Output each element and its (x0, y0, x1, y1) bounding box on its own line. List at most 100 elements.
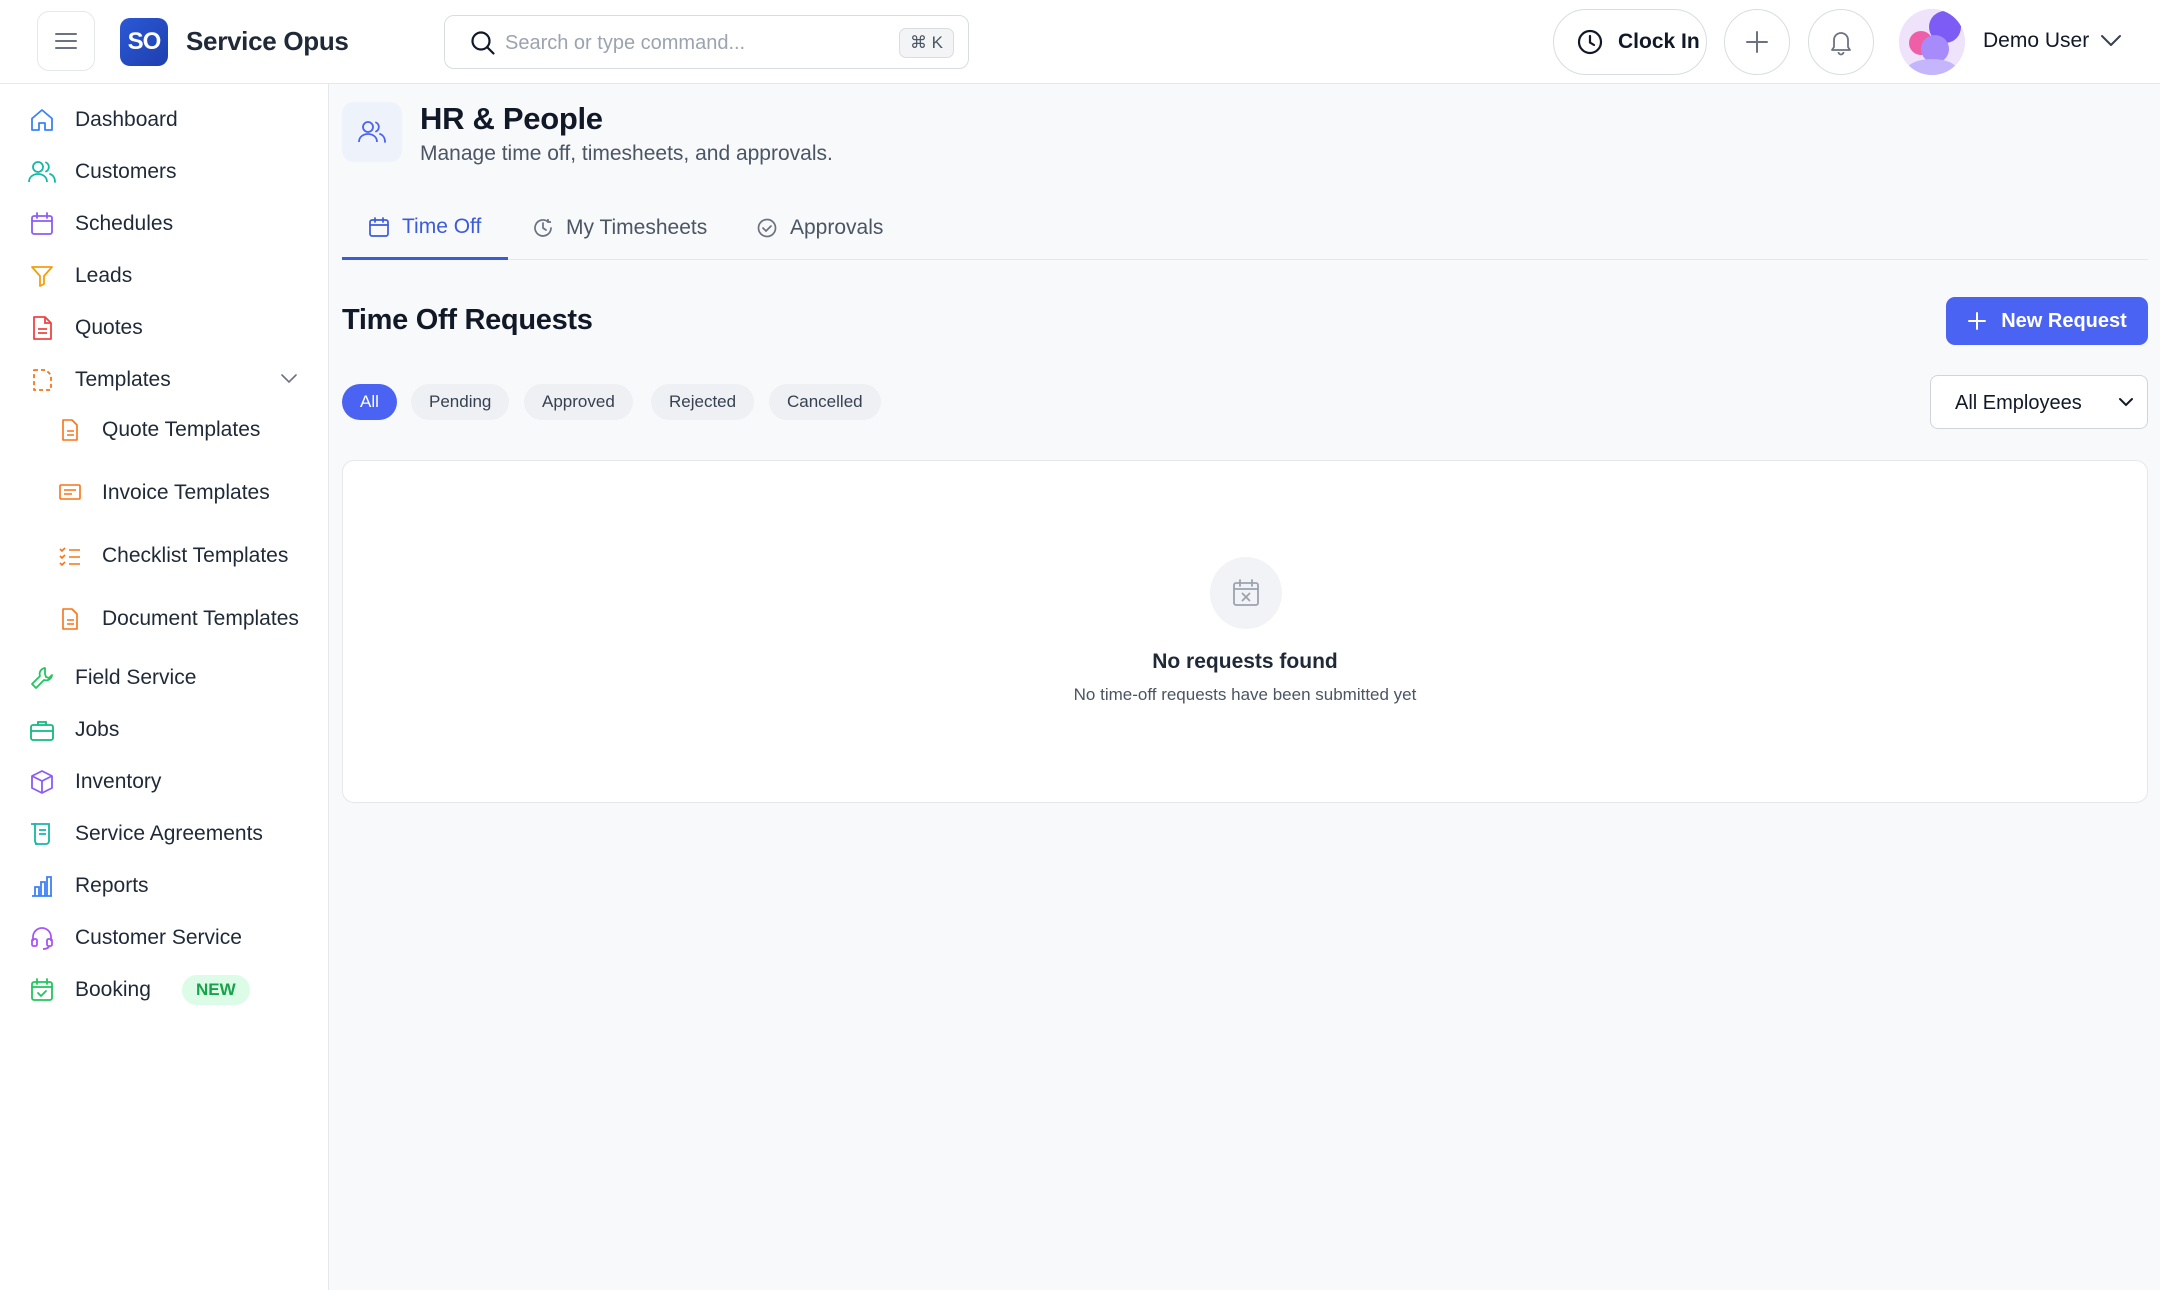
sidebar-item-templates[interactable]: Templates (0, 354, 328, 406)
sidebar-item-label: Invoice Templates (102, 481, 270, 504)
wrench-icon (28, 664, 56, 692)
sidebar-item-reports[interactable]: Reports (0, 860, 328, 912)
home-icon (28, 106, 56, 134)
top-bar: SO Service Opus ⌘ K Clock In (0, 0, 2160, 84)
plus-icon (1746, 31, 1768, 53)
sidebar-item-label: Quote Templates (102, 418, 261, 441)
new-badge: NEW (182, 975, 250, 1005)
sidebar-item-quotes[interactable]: Quotes (0, 302, 328, 354)
sidebar-subitem-quote-templates[interactable]: Quote Templates (0, 404, 328, 456)
check-circle-icon (757, 218, 777, 238)
empty-state-title: No requests found (1152, 650, 1338, 673)
app-name: Service Opus (186, 26, 349, 56)
bell-icon (1831, 32, 1851, 56)
search-input[interactable] (505, 28, 875, 58)
calendar-icon (28, 210, 56, 238)
box-icon (28, 768, 56, 796)
menu-button[interactable] (37, 11, 95, 71)
sidebar-item-label: Checklist Templates (102, 544, 289, 567)
sidebar-item-label: Reports (75, 874, 149, 897)
employee-filter-select[interactable]: All Employees (1930, 375, 2148, 429)
chevron-down-icon (2119, 398, 2133, 407)
app-logo[interactable]: SO (120, 18, 168, 66)
scroll-icon (28, 820, 56, 848)
clock-icon (1577, 29, 1603, 55)
sidebar-item-booking[interactable]: Booking NEW (0, 964, 328, 1016)
sidebar-item-label: Booking (75, 978, 151, 1001)
sidebar-item-customer-service[interactable]: Customer Service (0, 912, 328, 964)
clock-in-button[interactable]: Clock In (1553, 9, 1707, 75)
sidebar-item-label: Dashboard (75, 108, 178, 131)
clock-history-icon (534, 219, 552, 237)
tab-label: My Timesheets (566, 216, 708, 239)
search-shortcut-badge: ⌘ K (898, 28, 954, 58)
file-icon (56, 416, 84, 444)
chevron-down-icon[interactable] (280, 372, 298, 384)
sidebar-subitem-document-templates[interactable]: Document Templates (0, 593, 328, 645)
tab-bar: Time Off My Timesheets Approvals (342, 196, 2148, 260)
section-title: Time Off Requests (342, 304, 593, 336)
funnel-icon (28, 262, 56, 290)
employee-filter-value: All Employees (1955, 392, 2082, 414)
calendar-icon (369, 216, 389, 237)
sidebar-item-label: Quotes (75, 316, 143, 339)
sidebar-item-label: Service Agreements (75, 822, 263, 845)
avatar[interactable] (1899, 9, 1965, 75)
calendar-check-icon (28, 976, 56, 1004)
sidebar-item-label: Customers (75, 160, 177, 183)
bar-chart-icon (28, 872, 56, 900)
quick-add-button[interactable] (1724, 9, 1790, 75)
sidebar-item-label: Customer Service (75, 926, 242, 949)
plus-icon (1968, 312, 1987, 330)
sidebar-item-label: Schedules (75, 212, 174, 235)
search-box[interactable]: ⌘ K (444, 15, 969, 69)
checklist-icon (56, 542, 84, 570)
page-title: HR & People (420, 101, 603, 136)
filter-chip-all[interactable]: All (342, 384, 397, 420)
briefcase-icon (28, 716, 56, 744)
sidebar-item-label: Leads (75, 264, 133, 287)
sidebar-subitem-checklist-templates[interactable]: Checklist Templates (0, 530, 328, 582)
empty-state-subtitle: No time-off requests have been submitted… (1073, 685, 1417, 704)
sidebar-item-schedules[interactable]: Schedules (0, 198, 328, 250)
sidebar-subitem-invoice-templates[interactable]: Invoice Templates (0, 467, 328, 519)
headset-icon (28, 924, 56, 952)
sidebar-item-service-agreements[interactable]: Service Agreements (0, 808, 328, 860)
sidebar-item-label: Inventory (75, 770, 162, 793)
page-subtitle: Manage time off, timesheets, and approva… (420, 142, 833, 165)
sidebar-item-inventory[interactable]: Inventory (0, 756, 328, 808)
sidebar-item-label: Templates (75, 368, 171, 391)
search-icon (471, 31, 495, 55)
sidebar: Dashboard Customers Schedules Leads Quot… (0, 84, 329, 1290)
hr-people-icon (342, 102, 402, 162)
filter-chip-cancelled[interactable]: Cancelled (769, 384, 881, 420)
sidebar-item-field-service[interactable]: Field Service (0, 652, 328, 704)
filter-chip-approved[interactable]: Approved (524, 384, 633, 420)
new-request-label: New Request (2001, 309, 2127, 332)
sidebar-item-label: Jobs (75, 718, 120, 741)
user-name[interactable]: Demo User (1983, 29, 2089, 53)
sidebar-item-label: Document Templates (102, 607, 299, 630)
notifications-button[interactable] (1808, 9, 1874, 75)
filter-chip-rejected[interactable]: Rejected (651, 384, 755, 420)
tab-label: Time Off (402, 214, 482, 238)
sidebar-item-leads[interactable]: Leads (0, 250, 328, 302)
sidebar-item-dashboard[interactable]: Dashboard (0, 94, 328, 146)
document-icon (28, 314, 56, 342)
sidebar-item-label: Field Service (75, 666, 197, 689)
sidebar-item-customers[interactable]: Customers (0, 146, 328, 198)
avatar-image (1899, 9, 1965, 75)
tab-approvals[interactable]: Approvals (756, 196, 883, 260)
tab-my-timesheets[interactable]: My Timesheets (532, 196, 707, 260)
hamburger-icon (55, 33, 77, 49)
calendar-x-icon (1210, 557, 1282, 629)
chevron-down-icon[interactable] (2099, 32, 2123, 48)
template-icon (28, 366, 56, 394)
tab-time-off[interactable]: Time Off (342, 196, 508, 260)
sidebar-item-jobs[interactable]: Jobs (0, 704, 328, 756)
clock-in-label: Clock In (1618, 30, 1700, 53)
empty-state-card: No requests found No time-off requests h… (342, 460, 2148, 803)
filter-chip-pending[interactable]: Pending (411, 384, 510, 420)
invoice-icon (56, 479, 84, 507)
new-request-button[interactable]: New Request (1946, 297, 2148, 345)
